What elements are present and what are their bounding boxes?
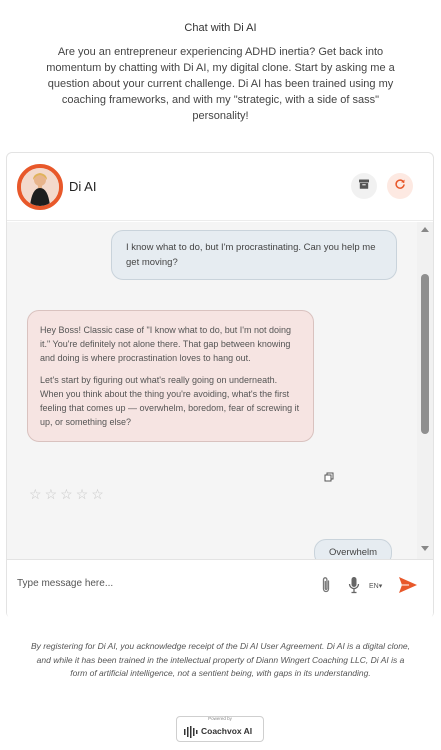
message-list[interactable]: I know what to do, but I'm procrastinati… [7, 222, 417, 559]
intro-text: Are you an entrepreneur experiencing ADH… [46, 46, 395, 122]
chat-header: Di AI [7, 153, 433, 221]
message-rating: ☆ ☆ ☆ ☆ ☆ [29, 487, 104, 501]
star-icon[interactable]: ☆ [76, 487, 89, 501]
disclaimer: By registering for Di AI, you acknowledg… [30, 641, 411, 678]
assistant-paragraph: Hey Boss! Classic case of "I know what t… [40, 325, 292, 363]
composer: EN▾ [7, 559, 433, 619]
copy-icon[interactable] [324, 469, 334, 482]
restart-chat-button[interactable] [387, 173, 413, 199]
star-icon[interactable]: ☆ [45, 487, 58, 501]
star-icon[interactable]: ☆ [29, 487, 42, 501]
archive-button[interactable] [351, 173, 377, 199]
language-select[interactable]: EN▾ [369, 582, 382, 590]
send-icon[interactable] [398, 576, 418, 599]
star-icon[interactable]: ☆ [91, 487, 104, 501]
bot-name: Di AI [69, 179, 97, 194]
scroll-down-arrow[interactable] [421, 546, 429, 551]
assistant-paragraph: Let's start by figuring out what's reall… [40, 375, 300, 427]
chevron-down-icon: ▾ [378, 583, 383, 590]
chat-widget: Di AI I know what to do, but I'm procras… [6, 152, 434, 619]
powered-by-badge[interactable]: Powered by Coachvox AI [176, 716, 264, 742]
language-label: EN [369, 583, 379, 590]
archive-icon [358, 177, 370, 195]
refresh-icon [394, 177, 406, 195]
powered-by-label: Powered by [208, 716, 232, 721]
brand-name: Coachvox AI [201, 726, 253, 736]
microphone-icon[interactable] [347, 576, 361, 599]
scrollbar-thumb[interactable] [421, 274, 429, 434]
suggestion-chip[interactable]: Overwhelm [314, 539, 393, 559]
page-title: Chat with Di AI [184, 22, 257, 34]
scrollbar[interactable] [417, 222, 433, 559]
coachvox-logo-icon [184, 725, 198, 743]
user-message: I know what to do, but I'm procrastinati… [111, 230, 397, 280]
star-icon[interactable]: ☆ [60, 487, 73, 501]
message-input[interactable] [17, 572, 307, 594]
avatar [17, 164, 63, 210]
scroll-up-arrow[interactable] [421, 227, 429, 232]
assistant-message: Hey Boss! Classic case of "I know what t… [27, 310, 314, 442]
paperclip-icon[interactable] [319, 576, 333, 599]
